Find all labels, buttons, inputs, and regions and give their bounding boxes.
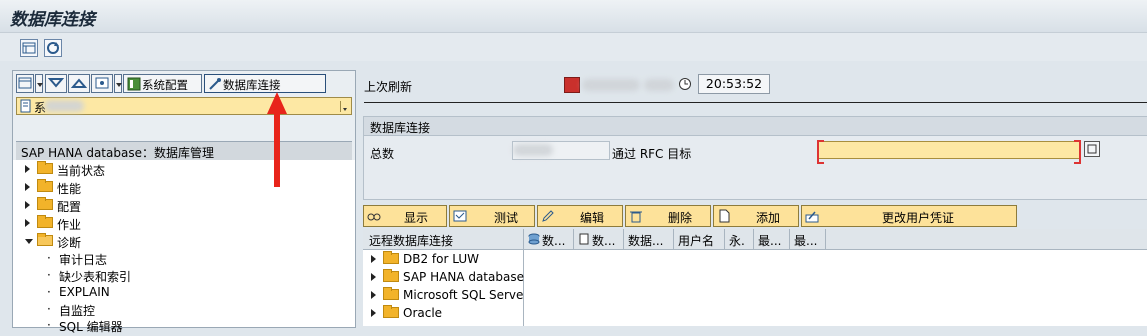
collapse-up-button[interactable] xyxy=(68,74,90,93)
remote-node-label: Microsoft SQL Server xyxy=(403,288,529,302)
tree-leaf-label: SQL 编辑器 xyxy=(59,320,123,334)
expand-icon[interactable] xyxy=(371,255,376,263)
tree-node-label: 作业 xyxy=(57,218,82,232)
column-header[interactable]: 用户名 xyxy=(674,229,725,249)
document-icon xyxy=(579,233,589,245)
tree-leaf-label: 审计日志 xyxy=(59,253,108,267)
remote-node-label: SAP HANA database xyxy=(403,270,524,284)
tree-leaf-label: 缺少表和索引 xyxy=(59,270,132,284)
remote-db-tree: 远程数据库连接 DB2 for LUW SAP HANA database Mi… xyxy=(363,229,528,326)
last-refresh-label: 上次刷新 xyxy=(364,80,413,94)
date-icon xyxy=(564,77,580,93)
page-title: 数据库连接 xyxy=(10,10,95,30)
left-panel: 系统配置 数据库连接 系 SAP HANA database：数据库管理 当前状… xyxy=(12,70,356,334)
tree-leaf-label: 自监控 xyxy=(59,304,96,318)
change-credentials-label: 更改用户凭证 xyxy=(882,211,955,225)
group-header: 数据库连接 xyxy=(364,117,1147,136)
test-label: 测试 xyxy=(494,211,519,225)
group-title: 数据库连接 xyxy=(370,121,431,135)
folder-icon xyxy=(37,215,53,228)
db-connection-label: 数据库连接 xyxy=(223,78,281,92)
trash-icon xyxy=(630,211,642,223)
remote-db-header: 远程数据库连接 xyxy=(363,229,523,250)
tree-node-label: 当前状态 xyxy=(57,164,106,178)
pencil-icon xyxy=(542,210,554,222)
rfc-destination-label: 通过 RFC 目标 xyxy=(612,147,692,161)
glasses-icon xyxy=(367,213,381,221)
folder-icon xyxy=(37,179,53,192)
test-button[interactable]: 测试 xyxy=(449,205,535,227)
annotation-arrow-icon xyxy=(267,92,287,187)
application-toolbar xyxy=(0,33,1147,61)
folder-icon xyxy=(383,305,399,318)
new-document-icon xyxy=(719,209,730,223)
folder-icon xyxy=(37,161,53,174)
column-header[interactable]: 数... xyxy=(524,229,574,249)
navigation-tree: 当前状态 性能 配置 作业 诊断 · 审计日志 · 缺少表和索引 · EXPLA… xyxy=(13,160,355,334)
expand-icon[interactable] xyxy=(371,273,376,281)
expand-icon[interactable] xyxy=(25,201,30,209)
expand-icon[interactable] xyxy=(25,219,30,227)
remote-node-label: Oracle xyxy=(403,306,443,320)
remote-node-label: DB2 for LUW xyxy=(403,252,479,266)
db-connection-group: 数据库连接 总数 通过 RFC 目标 xyxy=(363,116,1147,200)
expand-icon[interactable] xyxy=(371,291,376,299)
system-config-button[interactable]: 系统配置 xyxy=(123,74,202,93)
display-label: 显示 xyxy=(404,211,429,225)
delete-button[interactable]: 删除 xyxy=(625,205,711,227)
layout-icon[interactable] xyxy=(20,39,38,57)
collapse-down-button[interactable] xyxy=(45,74,67,93)
layout-toggle-button[interactable] xyxy=(16,74,34,93)
delete-label: 删除 xyxy=(668,211,693,225)
tree-header-label: SAP HANA database：数据库管理 xyxy=(21,146,214,160)
folder-icon xyxy=(37,197,53,210)
total-field xyxy=(512,141,610,160)
connection-table: 数... 数... 数据... 用户名 永. 最... 最... xyxy=(524,229,1147,326)
folder-icon xyxy=(383,287,399,300)
table-header: 数... 数... 数据... 用户名 永. 最... 最... xyxy=(524,229,1147,250)
tree-header: SAP HANA database：数据库管理 xyxy=(16,141,352,161)
dropdown-arrow-icon[interactable] xyxy=(114,74,122,93)
folder-icon xyxy=(383,251,399,264)
tree-node-label: 诊断 xyxy=(57,236,82,250)
title-bar: 数据库连接 xyxy=(0,0,1147,33)
select-arrow-icon[interactable] xyxy=(340,101,349,112)
remote-db-header-label: 远程数据库连接 xyxy=(369,234,454,248)
total-label: 总数 xyxy=(370,147,395,161)
tree-node-label: 配置 xyxy=(57,200,82,214)
add-label: 添加 xyxy=(756,211,781,225)
tree-node-label: 性能 xyxy=(57,182,82,196)
display-button[interactable]: 显示 xyxy=(363,205,447,227)
expand-icon[interactable] xyxy=(25,183,30,191)
clock-icon xyxy=(679,78,691,90)
rfc-destination-input[interactable] xyxy=(817,140,1081,164)
column-header[interactable]: 最... xyxy=(790,229,826,249)
dropdown-arrow-icon[interactable] xyxy=(35,74,43,93)
add-button[interactable]: 添加 xyxy=(713,205,799,227)
expand-icon[interactable] xyxy=(371,309,376,317)
edit-button[interactable]: 编辑 xyxy=(537,205,623,227)
system-select[interactable]: 系 xyxy=(16,97,352,115)
refresh-icon[interactable] xyxy=(44,39,62,57)
divider xyxy=(364,102,1147,103)
expand-icon[interactable] xyxy=(25,165,30,173)
system-config-label: 系统配置 xyxy=(142,78,188,92)
column-header[interactable]: 数... xyxy=(574,229,624,249)
test-icon xyxy=(453,210,467,222)
collapse-icon[interactable] xyxy=(25,239,33,244)
tree-leaf-label: EXPLAIN xyxy=(59,285,110,299)
database-icon xyxy=(528,233,540,245)
open-folder-icon xyxy=(37,233,53,246)
change-credentials-button[interactable]: 更改用户凭证 xyxy=(801,205,1017,227)
column-header[interactable]: 最... xyxy=(754,229,790,249)
column-header[interactable]: 永. xyxy=(725,229,754,249)
folder-icon xyxy=(383,269,399,282)
last-refresh-time: 20:53:52 xyxy=(698,74,770,94)
db-connection-button[interactable]: 数据库连接 xyxy=(204,74,326,93)
credentials-icon xyxy=(805,211,819,223)
column-header[interactable]: 数据... xyxy=(624,229,674,249)
edit-label: 编辑 xyxy=(580,211,605,225)
value-help-icon[interactable] xyxy=(1084,141,1100,157)
favorites-icon[interactable] xyxy=(91,74,113,93)
